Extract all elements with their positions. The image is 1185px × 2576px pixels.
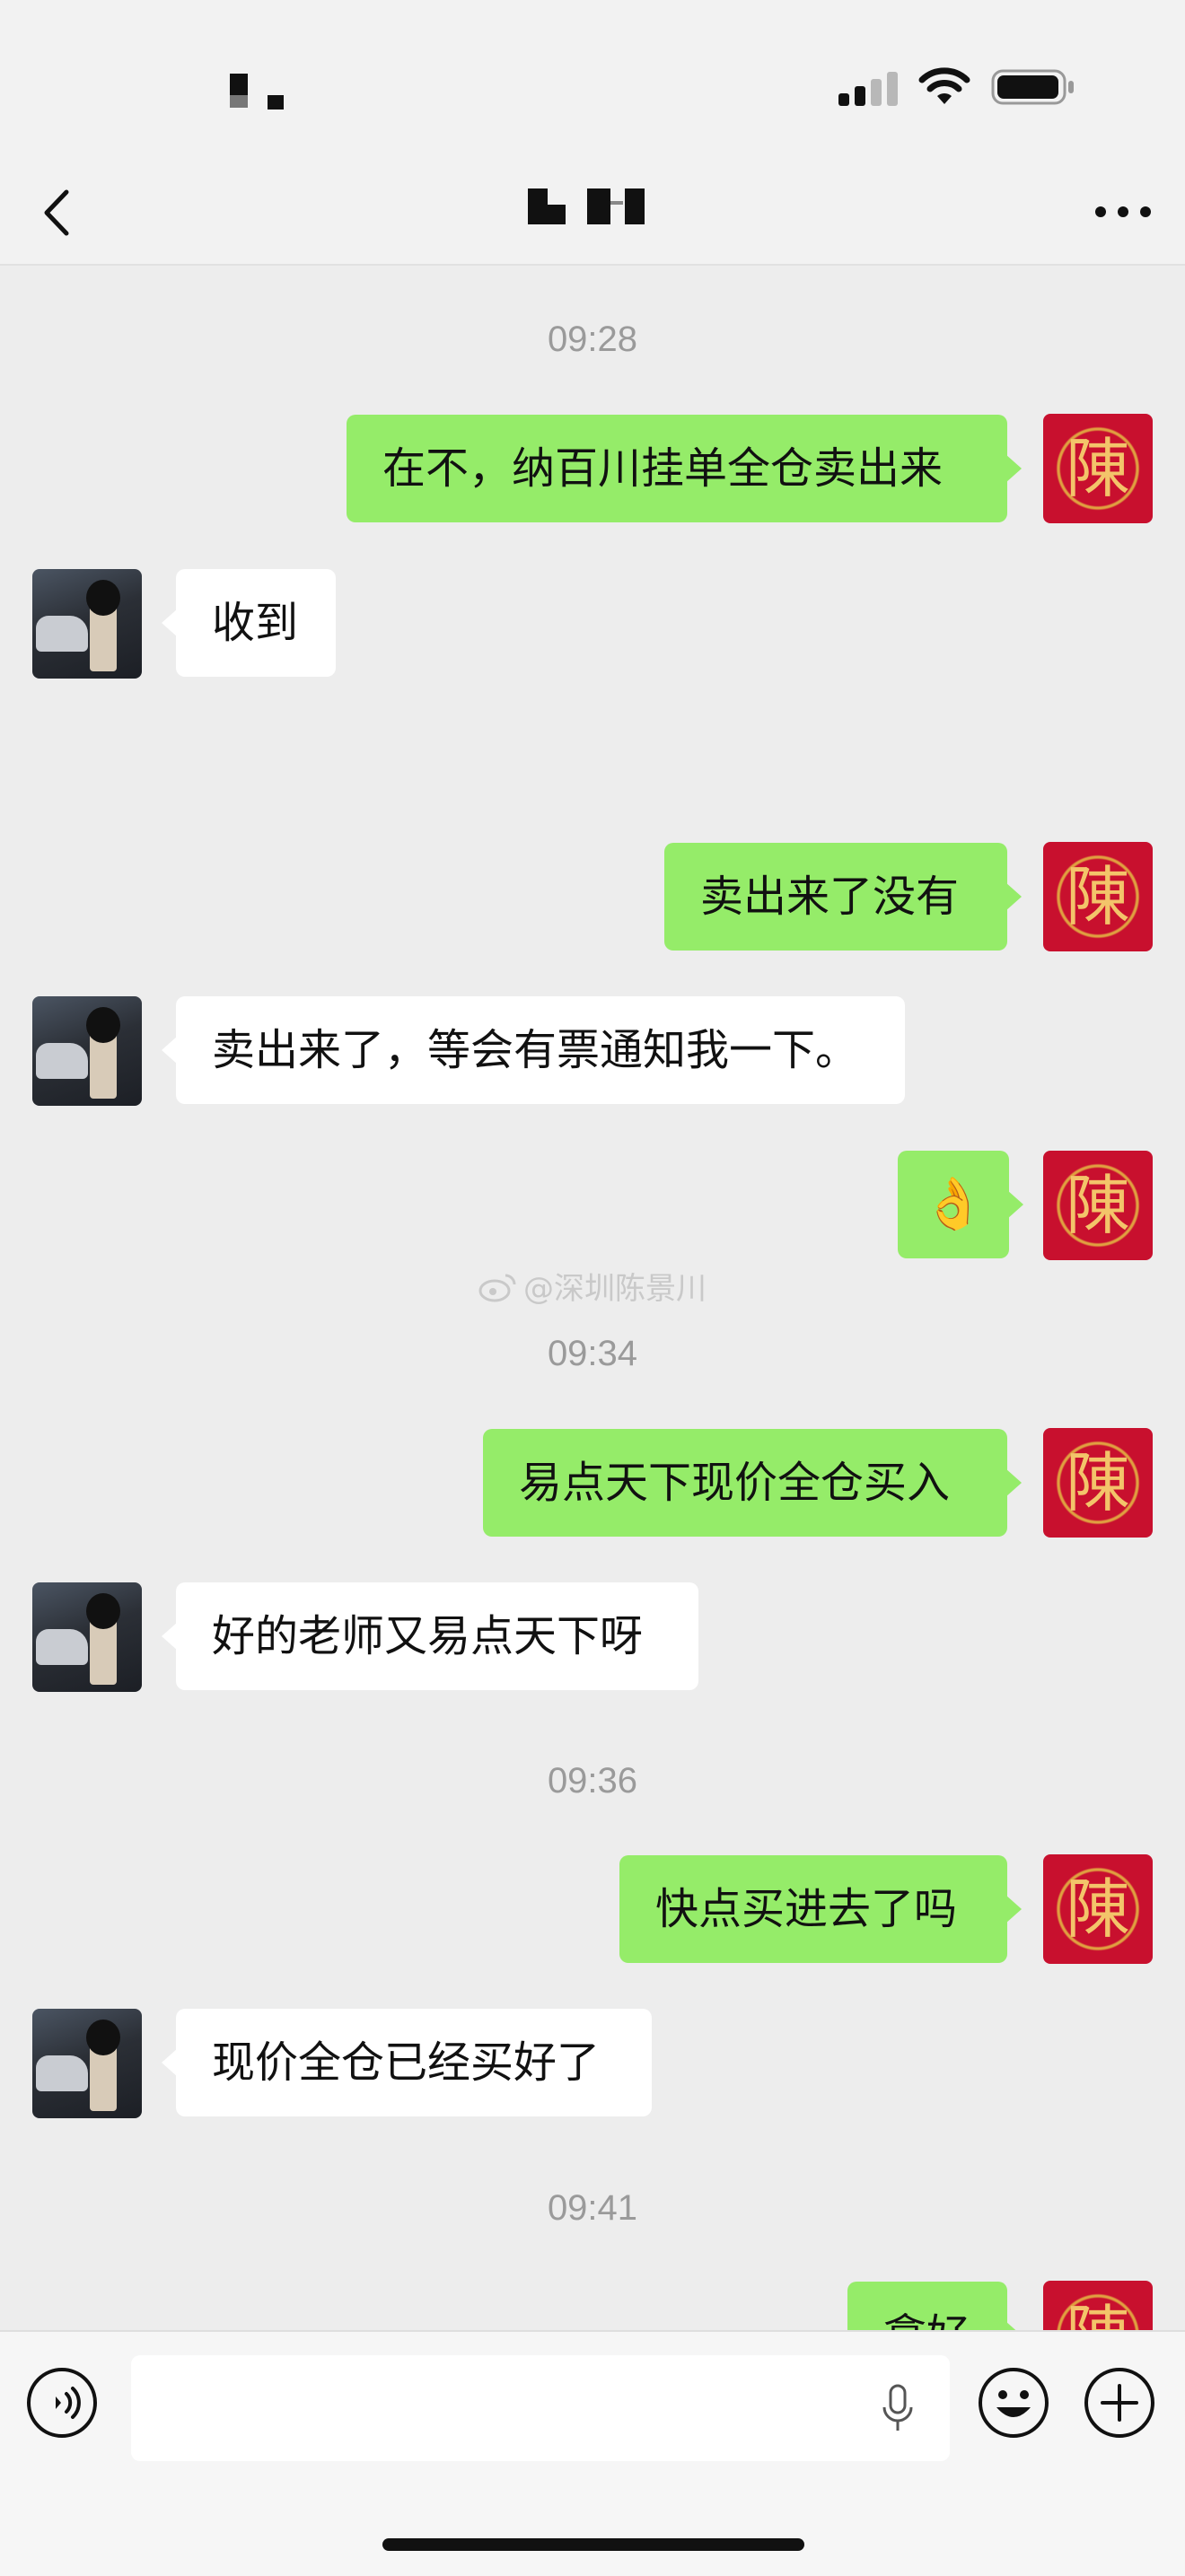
received-message[interactable]: 卖出来了，等会有票通知我一下。	[162, 996, 905, 1104]
received-message[interactable]: 现价全仓已经买好了	[162, 2009, 652, 2116]
status-bar	[0, 0, 1185, 162]
chat-header	[0, 162, 1185, 266]
received-message[interactable]: 收到	[162, 569, 336, 677]
timestamp: 09:36	[547, 1761, 638, 1801]
timestamp: 09:28	[547, 320, 638, 359]
voice-icon[interactable]	[25, 2366, 99, 2440]
avatar-hair	[86, 1007, 120, 1043]
sent-emoji-message[interactable]: 👌	[898, 1151, 1023, 1258]
ellipsis-icon[interactable]	[1092, 194, 1154, 230]
redacted-carrier	[230, 74, 248, 95]
contact-avatar[interactable]	[32, 2009, 142, 2118]
received-message[interactable]: 好的老师又易点天下呀	[162, 1582, 698, 1690]
home-indicator[interactable]	[382, 2538, 804, 2551]
avatar-hair	[86, 2020, 120, 2055]
avatar-car	[36, 2055, 88, 2091]
sent-message[interactable]: 易点天下现价全仓买入	[483, 1429, 1022, 1537]
timestamp: 09:34	[547, 1334, 638, 1373]
my-avatar[interactable]: 陳	[1043, 1151, 1153, 1260]
weibo-icon	[478, 1274, 516, 1302]
avatar-car	[36, 1043, 88, 1079]
my-avatar[interactable]: 陳	[1043, 414, 1153, 523]
wifi-icon	[918, 67, 970, 104]
chevron-left-icon[interactable]	[36, 181, 81, 244]
my-avatar[interactable]: 陳	[1043, 1854, 1153, 1964]
contact-avatar[interactable]	[32, 996, 142, 1106]
signal-icon	[838, 70, 901, 106]
avatar-character: 陳	[1065, 859, 1130, 934]
avatar-character: 陳	[1065, 1445, 1130, 1520]
avatar-character: 陳	[1065, 1168, 1130, 1243]
avatar-hair	[86, 1593, 120, 1629]
sent-message[interactable]: 卖出来了没有	[664, 843, 1022, 951]
watermark-text: @深圳陈景川	[523, 1271, 707, 1307]
smiley-icon[interactable]	[977, 2366, 1050, 2440]
avatar-character: 陳	[1065, 431, 1130, 506]
input-bar	[0, 2330, 1185, 2576]
avatar-hair	[86, 580, 120, 616]
contact-avatar[interactable]	[32, 1582, 142, 1692]
avatar-character: 陳	[1065, 1871, 1130, 1947]
redacted-carrier	[230, 95, 248, 108]
avatar-car	[36, 616, 88, 652]
redacted-carrier	[268, 95, 284, 110]
mic-icon[interactable]	[880, 2382, 916, 2436]
my-avatar[interactable]: 陳	[1043, 1428, 1153, 1538]
sent-message[interactable]: 在不，纳百川挂单全仓卖出来	[347, 415, 1022, 522]
watermark: @深圳陈景川	[0, 1264, 1185, 1308]
redacted-contact-name	[528, 188, 646, 228]
sent-message[interactable]: 快点买进去了吗	[619, 1855, 1022, 1963]
message-input[interactable]	[131, 2355, 950, 2461]
contact-avatar[interactable]	[32, 569, 142, 679]
avatar-car	[36, 1629, 88, 1665]
battery-icon	[991, 69, 1074, 105]
my-avatar[interactable]: 陳	[1043, 842, 1153, 951]
plus-icon[interactable]	[1083, 2366, 1156, 2440]
timestamp: 09:41	[547, 2188, 638, 2228]
